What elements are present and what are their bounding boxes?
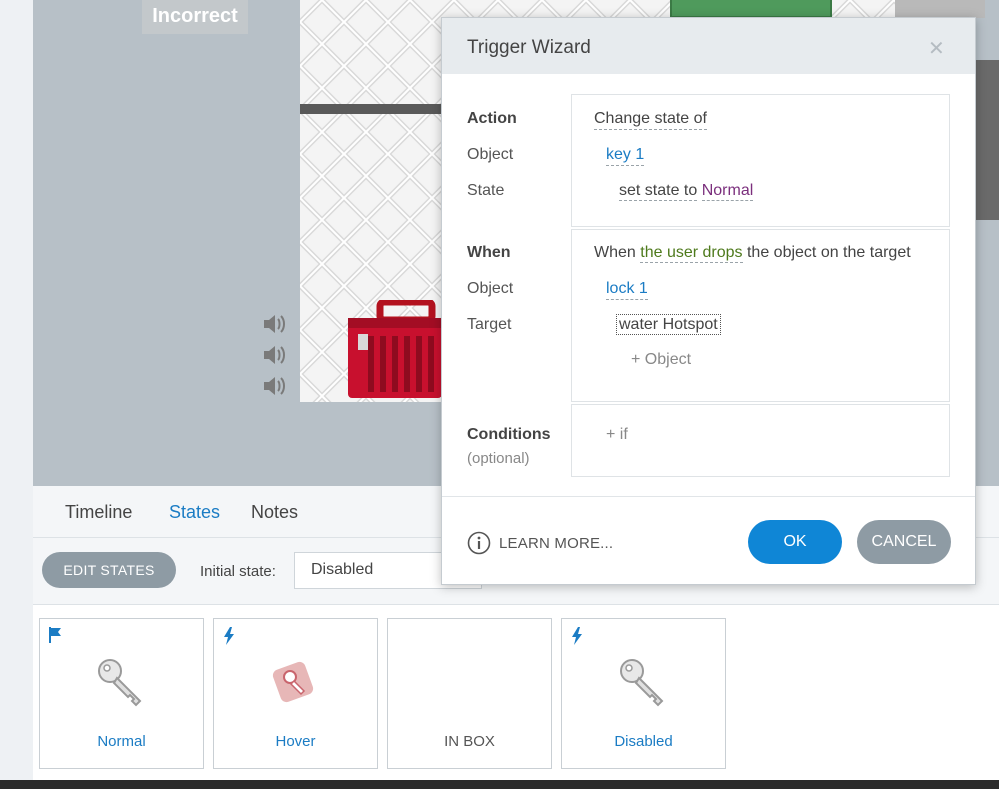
when-object-dropdown[interactable]: lock 1 [606,280,648,300]
speaker-icon[interactable] [262,313,288,335]
flag-icon [49,627,61,643]
when-suffix: the object on the target [746,244,911,261]
state-card-normal[interactable]: Normal [39,618,204,769]
state-label: Normal [97,733,146,750]
gray-object[interactable] [895,0,985,18]
when-target-label: Target [467,316,512,333]
speaker-icon[interactable] [262,344,288,366]
taskbar-strip [0,780,999,789]
state-label: Disabled [614,733,673,750]
cancel-button[interactable]: CANCEL [857,520,951,564]
state-label: IN BOX [444,733,495,750]
when-label: When [467,244,511,261]
when-object-label: Object [467,280,514,297]
add-object-link[interactable]: + Object [631,351,691,369]
key-icon [620,659,664,707]
conditions-optional-label: (optional) [467,450,530,467]
ok-button[interactable]: OK [748,520,842,564]
initial-state-label: Initial state: [200,563,276,580]
learn-more-link[interactable]: LEARN MORE... [467,530,613,556]
when-event-row: When the user drops the object on the ta… [594,244,911,263]
state-card-hover[interactable]: Hover [213,618,378,769]
tab-notes[interactable]: Notes [251,502,298,523]
event-dropdown[interactable]: the user drops [640,244,743,263]
key-hover-icon [272,661,314,703]
state-card-in-box[interactable]: IN BOX [387,618,552,769]
key-icon [98,659,142,707]
add-condition-link[interactable]: + if [606,426,628,444]
edit-states-button[interactable]: EDIT STATES [42,552,176,588]
info-icon [467,531,491,555]
dialog-footer-divider [442,496,975,497]
when-prefix: When [594,244,636,261]
left-margin [0,0,33,780]
conditions-label: Conditions [467,426,551,443]
dialog-title: Trigger Wizard [467,37,591,58]
target-row: water Hotspot [616,314,721,335]
state-value-dropdown[interactable]: Normal [701,182,754,201]
state-card-disabled[interactable]: Disabled [561,618,726,769]
incorrect-feedback-label[interactable]: Incorrect [142,0,248,34]
tab-timeline[interactable]: Timeline [65,502,132,523]
lightning-icon [224,627,234,645]
action-type-dropdown[interactable]: Change state of [594,110,707,130]
action-object-dropdown[interactable]: key 1 [606,146,645,166]
fence-rail [300,104,450,114]
lightning-icon [572,627,582,645]
action-state-row: set state to Normal [619,182,754,201]
learn-more-label: LEARN MORE... [499,534,614,552]
target-dropdown[interactable]: water Hotspot [616,314,721,335]
close-icon[interactable]: ✕ [928,36,945,61]
green-object[interactable] [670,0,832,18]
dark-object-edge [975,60,999,220]
set-state-dropdown[interactable]: set state to [619,182,698,201]
action-object-label: Object [467,146,514,163]
state-label: Hover [275,733,316,750]
tab-states[interactable]: States [169,502,220,523]
red-toolbox-icon[interactable] [346,298,442,400]
action-state-label: State [467,182,505,199]
speaker-icon[interactable] [262,375,288,397]
action-label: Action [467,110,517,127]
trigger-wizard-dialog: Trigger Wizard ✕ Action Object State Cha… [441,17,976,585]
